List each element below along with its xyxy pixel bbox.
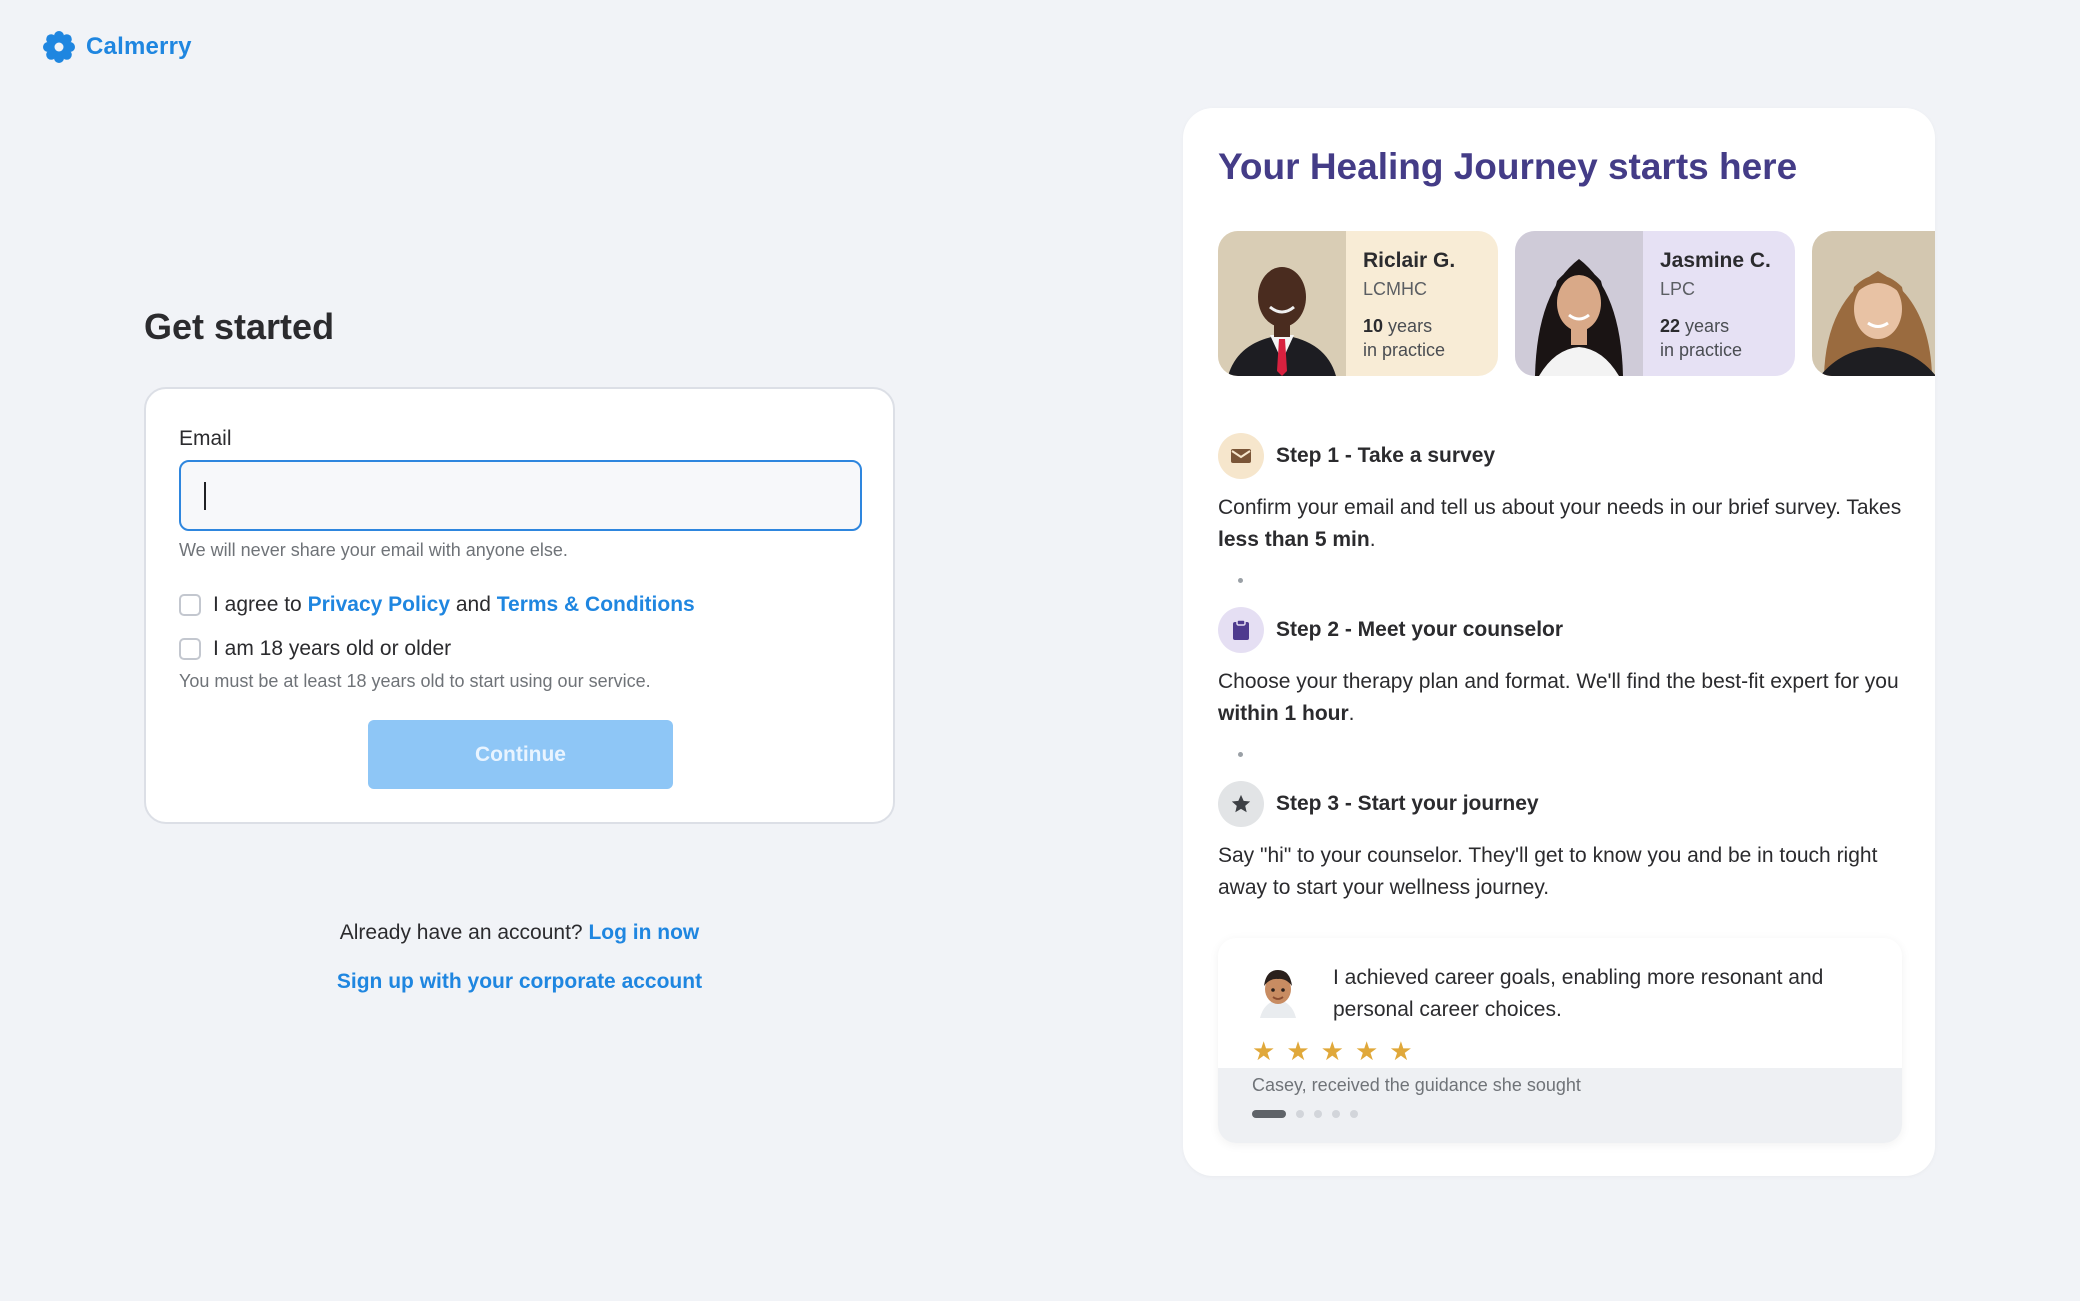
counselor-credentials: LPC: [1660, 279, 1696, 299]
privacy-policy-link[interactable]: Privacy Policy: [308, 593, 450, 616]
page-title: Get started: [144, 306, 335, 347]
counselor-experience: 22 years in practice: [1660, 314, 1771, 362]
step-connector-dot: [1238, 578, 1243, 583]
counselor-carousel[interactable]: Riclair G. LCMHC 10 years in practice Ja…: [1218, 231, 1935, 376]
step-connector-dot: [1238, 752, 1243, 757]
step-1-title: Step 1 - Take a survey: [1276, 444, 1496, 467]
practice-label: in practice: [1660, 340, 1743, 360]
counselor-portrait-icon: [1812, 231, 1935, 376]
pager-dot[interactable]: [1314, 1110, 1322, 1118]
email-hint: We will never share your email with anyo…: [179, 540, 568, 560]
pager-dot[interactable]: [1296, 1110, 1304, 1118]
years-value: 22: [1660, 316, 1681, 336]
testimonial-pager: [1252, 1110, 1358, 1118]
testimonial-quote: I achieved career goals, enabling more r…: [1333, 966, 1824, 1021]
pager-dot[interactable]: [1332, 1110, 1340, 1118]
agree-and: and: [455, 593, 491, 616]
star-icon: ★: [1252, 1036, 1276, 1066]
step-2-end: .: [1348, 702, 1355, 725]
journey-panel: Your Healing Journey starts here Riclair…: [1183, 108, 1935, 1176]
email-field[interactable]: [179, 460, 862, 531]
step-1-end: .: [1369, 528, 1376, 551]
clipboard-icon: [1218, 607, 1264, 653]
counselor-portrait-icon: [1515, 231, 1643, 376]
counselor-card[interactable]: Riclair G. LCMHC 10 years in practice: [1218, 231, 1498, 376]
terms-conditions-link[interactable]: Terms & Conditions: [497, 593, 695, 616]
counselor-card[interactable]: Jasmine C. LPC 22 years in practice: [1515, 231, 1795, 376]
step-1-heading: Step 1 - Take a survey: [1218, 433, 1495, 479]
counselor-credentials: LCMHC: [1363, 279, 1428, 299]
envelope-icon: [1218, 433, 1264, 479]
agree-prefix: I agree to: [213, 593, 302, 616]
reviewer-avatar: [1250, 962, 1306, 1018]
brand-logo[interactable]: Calmerry: [42, 30, 192, 64]
counselor-name: Riclair G.: [1363, 249, 1456, 272]
agree-terms-checkbox[interactable]: [179, 594, 201, 616]
step-1-emphasis: less than 5 min: [1218, 528, 1370, 551]
counselor-card-partial[interactable]: [1812, 231, 1935, 376]
step-3-description: Say "hi" to your counselor. They'll get …: [1218, 840, 1908, 904]
login-link[interactable]: Log in now: [588, 921, 699, 944]
step-1-text: Confirm your email and tell us about you…: [1218, 496, 1902, 519]
panel-title: Your Healing Journey starts here: [1218, 146, 1798, 187]
age-confirm-row: I am 18 years old or older: [179, 637, 451, 661]
rating-stars: ★ ★ ★ ★ ★: [1252, 1038, 1413, 1064]
star-icon: ★: [1354, 1036, 1379, 1066]
corporate-signup: Sign up with your corporate account: [144, 970, 895, 994]
pager-dot[interactable]: [1350, 1110, 1358, 1118]
counselor-experience: 10 years in practice: [1363, 314, 1455, 362]
age-confirm-label: I am 18 years old or older: [213, 637, 452, 660]
agree-terms-row: I agree to Privacy Policy and Terms & Co…: [179, 593, 695, 617]
step-1-description: Confirm your email and tell us about you…: [1218, 492, 1908, 556]
email-label: Email: [179, 427, 232, 450]
star-icon: [1218, 781, 1264, 827]
step-2-text: Choose your therapy plan and format. We'…: [1218, 670, 1899, 693]
pager-dot-active[interactable]: [1252, 1110, 1286, 1118]
step-2-emphasis: within 1 hour: [1218, 702, 1349, 725]
brand-name: Calmerry: [86, 33, 192, 60]
agree-terms-label: I agree to Privacy Policy and Terms & Co…: [213, 593, 695, 617]
signup-form: Email We will never share your email wit…: [144, 387, 895, 824]
step-3-title: Step 3 - Start your journey: [1276, 792, 1539, 815]
text-caret: [204, 482, 206, 510]
already-text: Already have an account?: [339, 921, 583, 944]
years-suffix: years: [1388, 316, 1433, 336]
step-2-title: Step 2 - Meet your counselor: [1276, 618, 1564, 641]
continue-button[interactable]: Continue: [368, 720, 673, 789]
reviewer-caption: Casey, received the guidance she sought: [1252, 1075, 1581, 1095]
step-3-text: Say "hi" to your counselor. They'll get …: [1218, 844, 1878, 899]
practice-label: in practice: [1363, 340, 1446, 360]
star-icon: ★: [1389, 1036, 1413, 1066]
counselor-photo: [1515, 231, 1643, 376]
age-confirm-checkbox[interactable]: [179, 638, 201, 660]
star-icon: ★: [1320, 1036, 1344, 1066]
testimonial-card: I achieved career goals, enabling more r…: [1218, 938, 1902, 1143]
counselor-photo: [1218, 231, 1346, 376]
star-icon: ★: [1286, 1036, 1310, 1066]
years-suffix: years: [1685, 316, 1730, 336]
age-hint: You must be at least 18 years old to sta…: [179, 671, 651, 691]
counselor-name: Jasmine C.: [1660, 249, 1771, 272]
years-value: 10: [1363, 316, 1384, 336]
step-2-heading: Step 2 - Meet your counselor: [1218, 607, 1563, 653]
step-2-description: Choose your therapy plan and format. We'…: [1218, 666, 1908, 730]
login-prompt: Already have an account? Log in now: [144, 921, 895, 945]
flower-logo-icon: [43, 31, 75, 63]
step-3-heading: Step 3 - Start your journey: [1218, 781, 1539, 827]
corporate-signup-link[interactable]: Sign up with your corporate account: [337, 970, 702, 993]
counselor-portrait-icon: [1218, 231, 1346, 376]
